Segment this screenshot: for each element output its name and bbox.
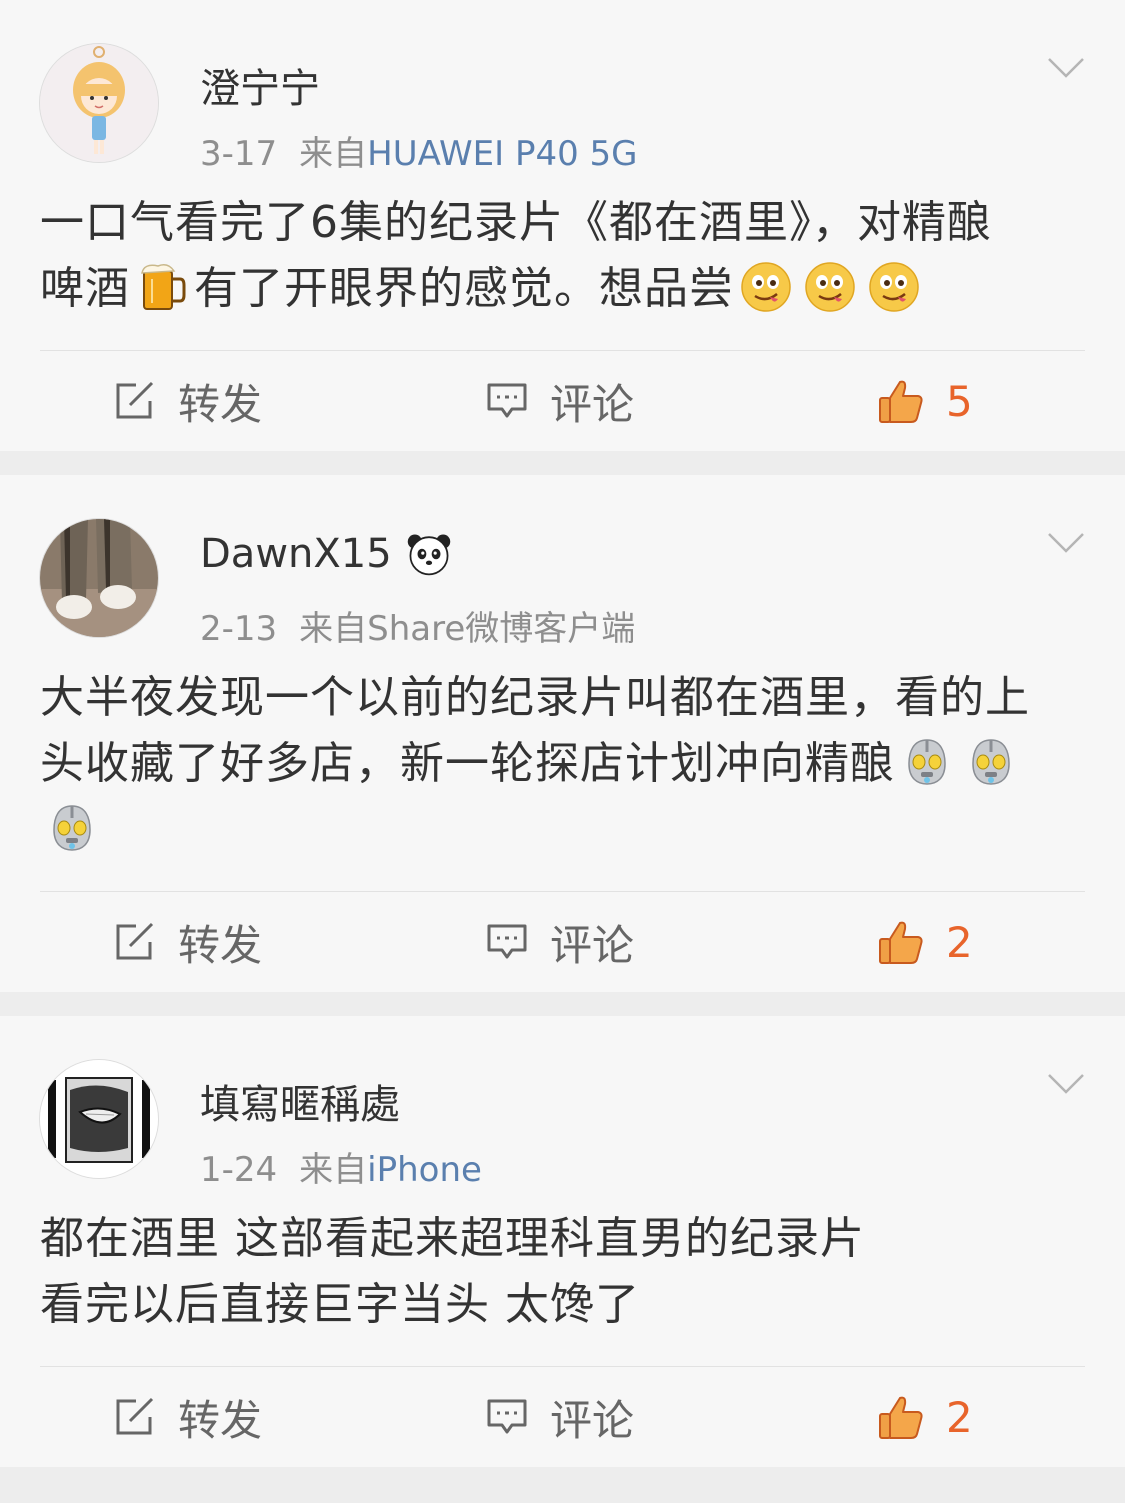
comment-card: DawnX15 2-13 来自Share微博客户端 大半夜发现一个以前的纪录片叫都… <box>0 475 1125 992</box>
username-text[interactable]: 填寫暱稱處 <box>200 1072 400 1130</box>
username-text[interactable]: 澄宁宁 <box>200 56 320 114</box>
like-count: 5 <box>946 376 973 426</box>
chevron-down-icon[interactable] <box>1047 56 1085 80</box>
username[interactable]: 填寫暱稱處 <box>200 1072 400 1130</box>
comment-icon <box>487 924 527 959</box>
drool-face-icon <box>740 261 792 313</box>
repost-icon <box>116 922 154 960</box>
post-meta: 1-24 来自iPhone <box>200 1142 482 1191</box>
post-meta: 3-17 来自HUAWEI P40 5G <box>200 126 638 175</box>
content-segment: 啤酒 <box>40 263 130 314</box>
comment-button[interactable]: 评论 <box>486 916 634 970</box>
content-line: 看完以后直接巨字当头 太馋了 <box>40 1279 640 1330</box>
content-line: 啤酒 有了开眼界的感觉。想品尝 <box>40 256 1085 322</box>
repost-icon <box>116 1397 154 1435</box>
ultraman-icon <box>965 736 1017 788</box>
thumbs-up-icon <box>879 921 923 964</box>
repost-icon <box>116 381 154 419</box>
avatar[interactable] <box>40 1060 158 1178</box>
content-segment: 头收藏了好多店，新一轮探店计划冲向精酿 <box>40 738 895 789</box>
beer-icon <box>136 261 188 313</box>
comment-feed: 澄宁宁 3-17 来自HUAWEI P40 5G 一口气看完了6集的纪录片《都在酒… <box>0 0 1125 1467</box>
source-prefix: 来自 <box>299 1150 368 1190</box>
username[interactable]: 澄宁宁 <box>200 56 320 114</box>
repost-label: 转发 <box>178 1395 263 1445</box>
content-line: 大半夜发现一个以前的纪录片叫都在酒里，看的上 <box>40 672 1030 723</box>
comment-header: DawnX15 2-13 来自Share微博客户端 <box>0 475 1125 650</box>
comment-button[interactable]: 评论 <box>486 1391 634 1445</box>
content-line: 都在酒里 这部看起来超理科直男的纪录片 <box>40 1213 865 1264</box>
username-text[interactable]: DawnX15 <box>200 531 392 577</box>
bw-smile-avatar-icon <box>40 1060 158 1178</box>
source-prefix: 来自 <box>299 134 368 174</box>
comment-header: 填寫暱稱處 1-24 来自iPhone <box>0 1016 1125 1191</box>
content-line: 头收藏了好多店，新一轮探店计划冲向精酿 <box>40 731 1085 797</box>
comment-text: 大半夜发现一个以前的纪录片叫都在酒里，看的上 头收藏了好多店，新一轮探店计划冲向… <box>0 647 1125 863</box>
chevron-down-icon[interactable] <box>1047 531 1085 555</box>
source-link[interactable]: HUAWEI P40 5G <box>367 134 637 174</box>
ultraman-icon <box>46 802 98 854</box>
like-count: 2 <box>946 1392 973 1442</box>
post-meta: 2-13 来自Share微博客户端 <box>200 601 635 650</box>
content-segment: 有了开眼界的感觉。想品尝 <box>194 263 734 314</box>
repost-label: 转发 <box>178 379 263 429</box>
comment-card: 填寫暱稱處 1-24 来自iPhone 都在酒里 这部看起来超理科直男的纪录片 看… <box>0 1016 1125 1467</box>
panda-badge-icon <box>406 531 452 577</box>
post-date: 3-17 <box>200 134 278 174</box>
thumbs-up-icon <box>879 1396 923 1439</box>
repost-button[interactable]: 转发 <box>114 375 262 429</box>
drool-face-icon <box>804 261 856 313</box>
repost-label: 转发 <box>178 920 263 970</box>
comment-label: 评论 <box>550 379 635 429</box>
like-button[interactable]: 2 <box>878 916 973 968</box>
comment-header: 澄宁宁 3-17 来自HUAWEI P40 5G <box>0 0 1125 175</box>
comment-button[interactable]: 评论 <box>486 375 634 429</box>
thumbs-up-icon <box>879 380 923 423</box>
action-bar: 转发 评论 2 <box>0 1367 1125 1467</box>
avatar[interactable] <box>40 519 158 637</box>
post-date: 1-24 <box>200 1150 278 1190</box>
post-date: 2-13 <box>200 609 278 649</box>
source-prefix: 来自 <box>299 609 368 649</box>
comment-icon <box>487 383 527 418</box>
comment-icon <box>487 1399 527 1434</box>
content-line: 一口气看完了6集的纪录片《都在酒里》，对精酿 <box>40 197 992 248</box>
comment-text: 一口气看完了6集的纪录片《都在酒里》，对精酿 啤酒 有了开眼界的感觉。想品尝 <box>0 172 1125 322</box>
like-count: 2 <box>946 917 973 967</box>
comment-label: 评论 <box>550 1395 635 1445</box>
repost-button[interactable]: 转发 <box>114 1391 262 1445</box>
avatar[interactable] <box>40 44 158 162</box>
comment-label: 评论 <box>550 920 635 970</box>
action-bar: 转发 评论 2 <box>0 892 1125 992</box>
like-button[interactable]: 2 <box>878 1391 973 1443</box>
drool-face-icon <box>868 261 920 313</box>
ultraman-icon <box>901 736 953 788</box>
repost-button[interactable]: 转发 <box>114 916 262 970</box>
like-button[interactable]: 5 <box>878 375 973 427</box>
username[interactable]: DawnX15 <box>200 531 452 577</box>
cartoon-girl-avatar-icon <box>40 44 158 162</box>
cat-paw-avatar-icon <box>40 519 158 637</box>
content-line <box>40 797 1085 863</box>
action-bar: 转发 评论 5 <box>0 351 1125 451</box>
source-link[interactable]: iPhone <box>367 1150 482 1190</box>
chevron-down-icon[interactable] <box>1047 1072 1085 1096</box>
source-text: Share微博客户端 <box>367 609 636 649</box>
comment-card: 澄宁宁 3-17 来自HUAWEI P40 5G 一口气看完了6集的纪录片《都在酒… <box>0 0 1125 451</box>
comment-text: 都在酒里 这部看起来超理科直男的纪录片 看完以后直接巨字当头 太馋了 <box>0 1188 1125 1338</box>
